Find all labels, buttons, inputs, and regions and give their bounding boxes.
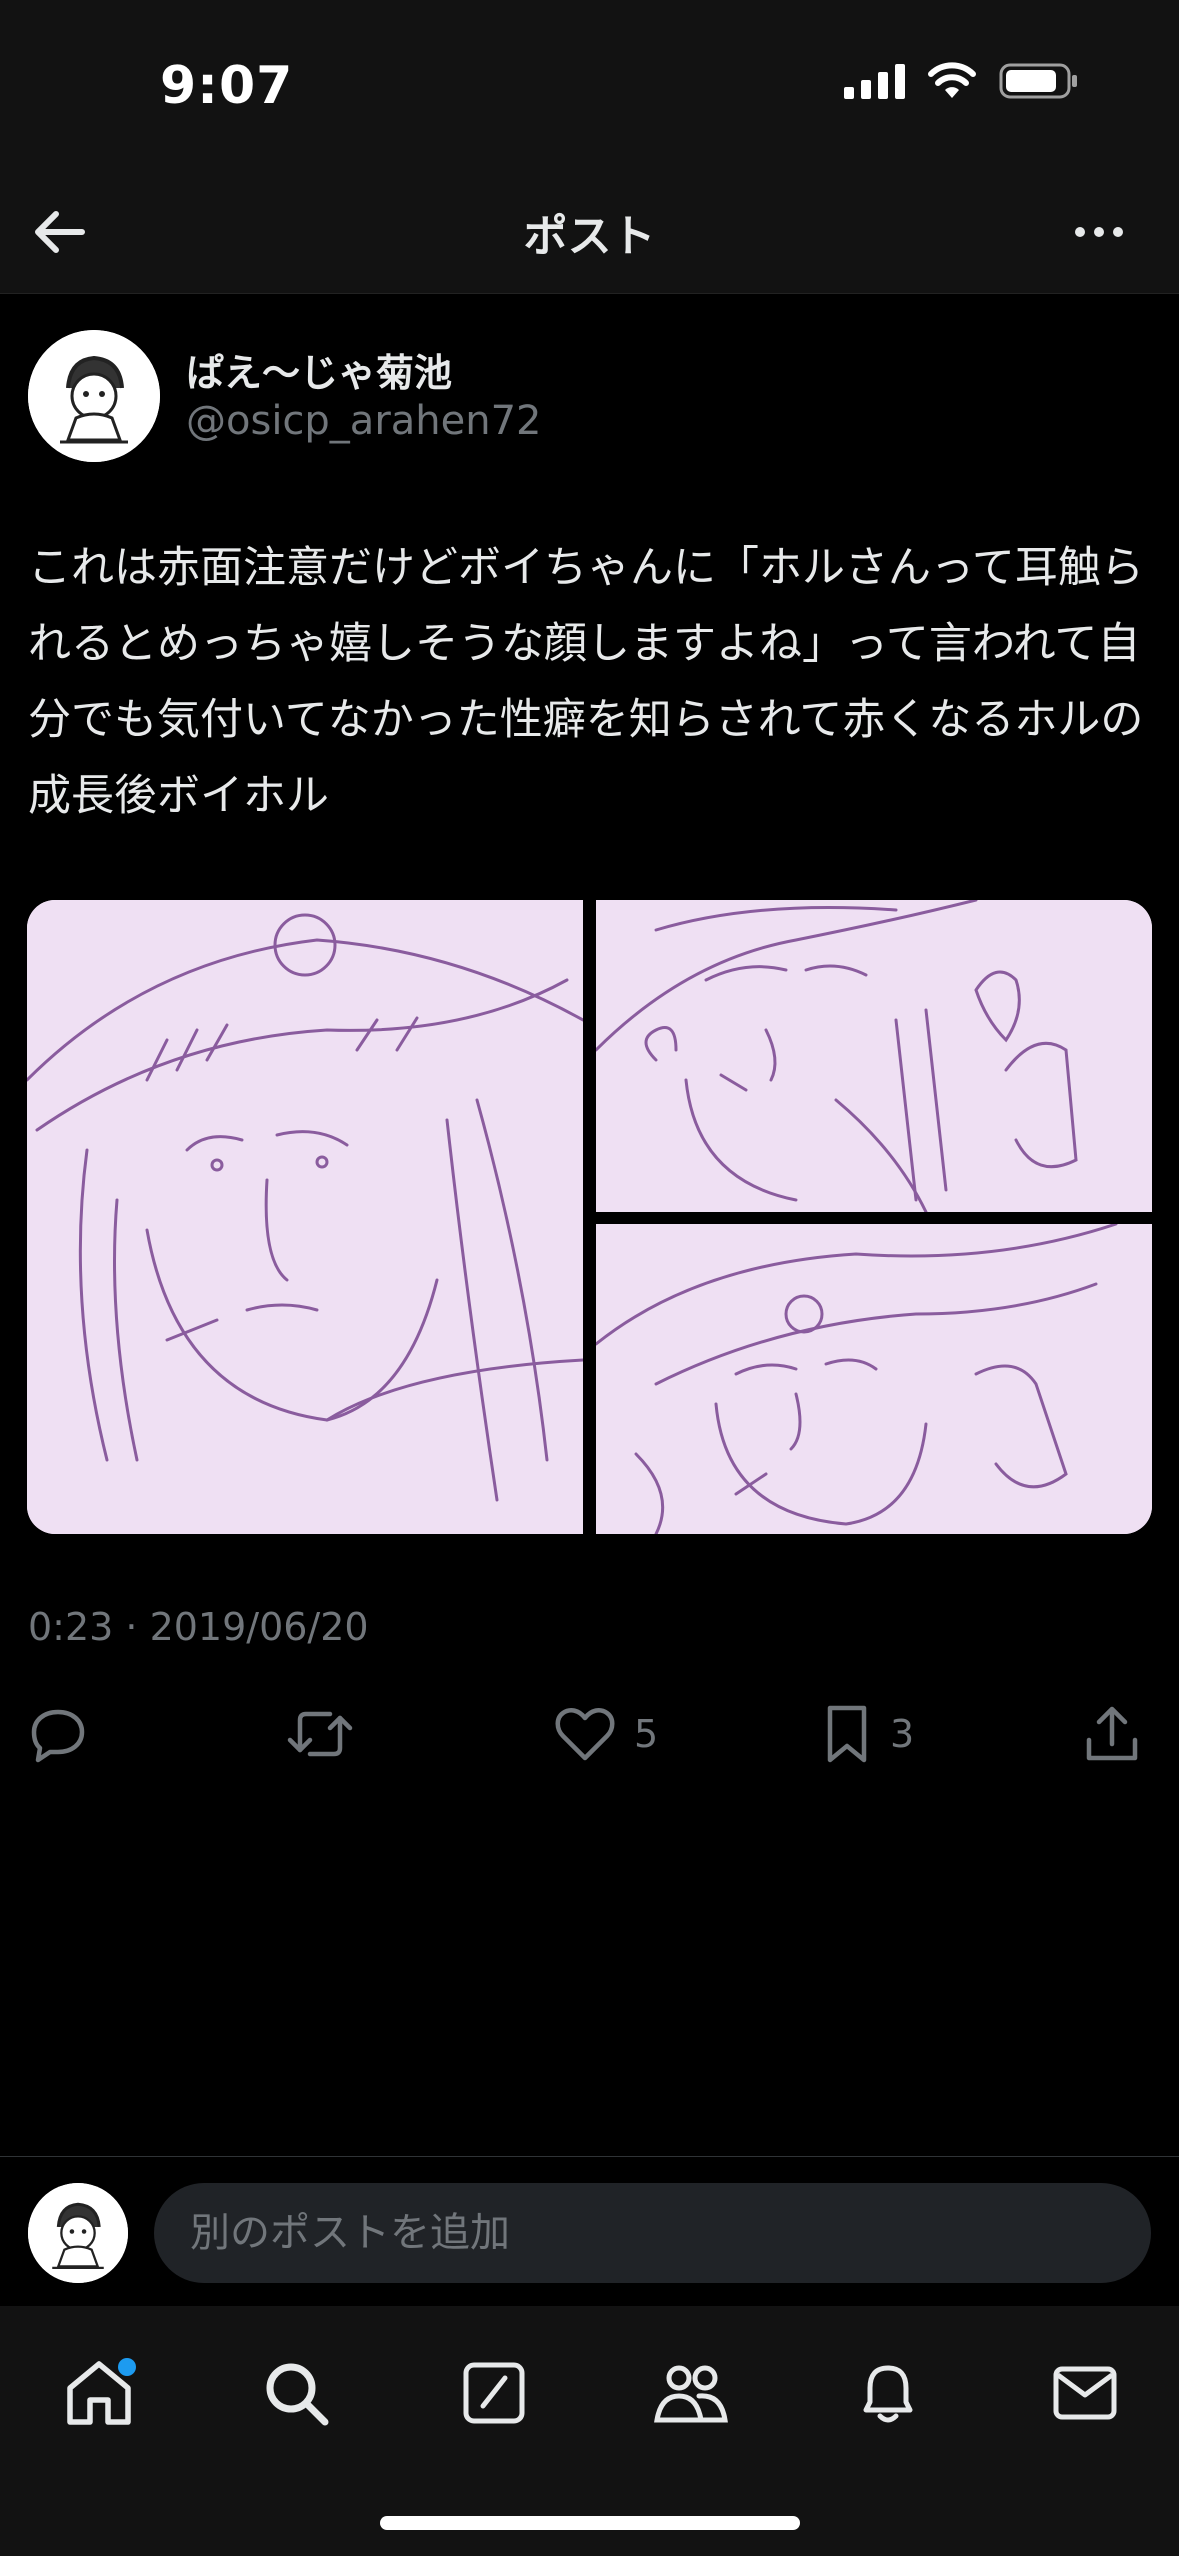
bell-icon <box>863 2365 913 2423</box>
reply-button[interactable] <box>28 1696 88 1772</box>
battery-icon <box>999 63 1077 99</box>
post-detail-screen: 9:07 ポスト ぱえ〜じゃ菊池 @osicp_arahen72 これは赤面注意… <box>0 0 1179 2556</box>
more-options-button[interactable] <box>1059 200 1139 264</box>
avatar-sketch-icon <box>28 2183 128 2283</box>
status-icons <box>844 62 1079 100</box>
repost-icon <box>287 1711 353 1757</box>
bookmark-count: 3 <box>890 1712 915 1756</box>
status-bar: 9:07 <box>0 0 1179 170</box>
media-image-1[interactable] <box>27 900 583 1534</box>
page-title: ポスト <box>523 211 656 262</box>
more-dot-icon <box>1113 227 1123 237</box>
tab-compose[interactable] <box>449 2348 539 2438</box>
author-avatar[interactable] <box>28 330 160 462</box>
like-count: 5 <box>634 1712 659 1756</box>
share-icon <box>1086 1706 1138 1761</box>
more-dot-icon <box>1075 227 1085 237</box>
reply-composer <box>0 2156 1179 2306</box>
author-handle[interactable]: @osicp_arahen72 <box>186 398 542 444</box>
home-indicator[interactable] <box>380 2516 800 2530</box>
notification-dot <box>118 2358 136 2376</box>
media-image-2[interactable] <box>596 900 1152 1212</box>
reply-input[interactable] <box>154 2183 1151 2283</box>
post-actions: 5 3 <box>28 1696 1151 1772</box>
avatar-sketch-icon <box>28 330 160 462</box>
bookmark-icon <box>827 1705 867 1763</box>
heart-icon <box>555 1708 615 1761</box>
post-timestamp: 0:23 · 2019/06/20 <box>28 1605 369 1649</box>
author-display-name[interactable]: ぱえ〜じゃ菊池 <box>186 342 452 397</box>
post-text: これは赤面注意だけどボイちゃんに「ホルさんって耳触られるとめっちゃ嬉しそうな顔し… <box>28 543 1144 821</box>
search-icon <box>266 2363 329 2426</box>
bookmark-button[interactable]: 3 <box>822 1696 914 1772</box>
cellular-signal-icon <box>844 63 905 99</box>
reply-icon <box>31 1709 85 1763</box>
tab-communities[interactable] <box>646 2348 736 2438</box>
nav-header: ポスト <box>0 170 1179 294</box>
sketch-image <box>596 900 1152 1212</box>
tab-messages[interactable] <box>1040 2348 1130 2438</box>
sketch-image <box>596 1224 1152 1534</box>
like-button[interactable]: 5 <box>554 1696 658 1772</box>
media-image-3[interactable] <box>596 1224 1152 1534</box>
status-time: 9:07 <box>160 56 294 116</box>
sketch-image <box>27 900 583 1534</box>
post-media-grid <box>27 900 1152 1534</box>
compose-icon <box>463 2362 525 2424</box>
bottom-tab-bar <box>0 2306 1179 2556</box>
wifi-icon <box>928 62 976 98</box>
more-dot-icon <box>1094 227 1104 237</box>
user-avatar[interactable] <box>28 2183 128 2283</box>
tab-home[interactable] <box>54 2348 144 2438</box>
mail-icon <box>1053 2366 1117 2420</box>
share-button[interactable] <box>1083 1696 1141 1772</box>
repost-button[interactable] <box>286 1696 354 1772</box>
tab-notifications[interactable] <box>843 2348 933 2438</box>
tab-search[interactable] <box>251 2348 341 2438</box>
post-author: ぱえ〜じゃ菊池 @osicp_arahen72 <box>28 330 1148 466</box>
communities-icon <box>654 2365 728 2423</box>
